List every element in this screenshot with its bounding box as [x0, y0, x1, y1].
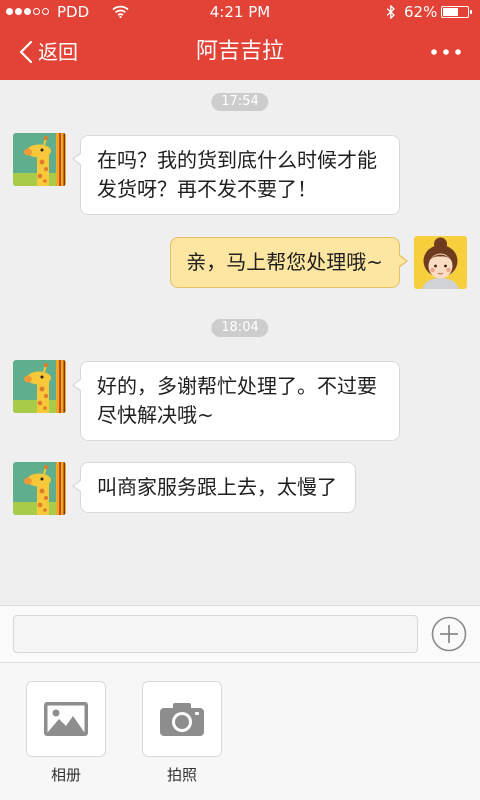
page-title: 阿吉吉拉: [195, 39, 284, 64]
contact-avatar[interactable]: [13, 133, 66, 186]
message-input[interactable]: [13, 615, 418, 653]
battery-level-fill: [443, 8, 458, 16]
message-bubble[interactable]: 好的，多谢帮忙处理了。不过要尽快解决哦~: [72, 361, 400, 441]
album-label: 相册: [50, 766, 81, 784]
chevron-left-icon: [19, 40, 33, 64]
message-timestamp: 18:04: [211, 319, 269, 337]
message-bubble[interactable]: 叫商家服务跟上去，太慢了: [72, 462, 356, 513]
camera-option[interactable]: 拍照: [142, 681, 222, 785]
signal-dot: [42, 8, 49, 15]
wifi-icon: [112, 5, 129, 18]
status-time: 4:21 PM: [209, 3, 271, 21]
camera-icon: [160, 703, 204, 736]
battery-inner: [443, 8, 467, 16]
signal-dot: [33, 8, 40, 15]
message-bubble[interactable]: 亲，马上帮您处理哦~: [170, 237, 408, 288]
chat-area[interactable]: 17:54 在吗？我的货到底什么时候才能发货呀？再不发不要了！ 亲，马上帮您处理…: [0, 80, 480, 605]
contact-avatar[interactable]: [13, 360, 66, 413]
more-button[interactable]: [428, 40, 464, 64]
message-text: 在吗？我的货到底什么时候才能发货呀？再不发不要了！: [97, 148, 377, 201]
back-label: 返回: [38, 40, 78, 64]
message-text: 好的，多谢帮忙处理了。不过要尽快解决哦~: [97, 374, 377, 427]
my-avatar[interactable]: [414, 236, 467, 289]
navigation-bar: 返回 阿吉吉拉: [0, 24, 480, 80]
more-dots-icon: [431, 49, 461, 55]
message-bubble[interactable]: 在吗？我的货到底什么时候才能发货呀？再不发不要了！: [72, 135, 400, 215]
signal-dot: [24, 8, 31, 15]
album-button[interactable]: [26, 681, 106, 757]
plus-circle-icon: [431, 616, 467, 652]
contact-avatar[interactable]: [13, 462, 66, 515]
message-timestamp: 17:54: [211, 93, 269, 111]
message-text: 亲，马上帮您处理哦~: [186, 250, 383, 274]
signal-strength-indicator: [6, 8, 49, 15]
camera-button[interactable]: [142, 681, 222, 757]
battery-icon: [441, 6, 472, 18]
attachment-panel: 相册 拍照: [0, 662, 480, 800]
signal-dot: [6, 8, 13, 15]
status-bar: PDD 4:21 PM 62%: [0, 0, 480, 24]
album-option[interactable]: 相册: [26, 681, 106, 785]
signal-dot: [15, 8, 22, 15]
carrier-name: PDD: [57, 3, 90, 21]
back-button[interactable]: 返回: [14, 32, 90, 72]
battery-percent: 62%: [404, 3, 438, 21]
battery-tip: [470, 10, 472, 14]
camera-label: 拍照: [166, 766, 197, 784]
message-text: 叫商家服务跟上去，太慢了: [97, 475, 337, 499]
bluetooth-icon: [386, 4, 396, 20]
image-icon: [44, 702, 88, 736]
more-options-button[interactable]: [431, 616, 467, 652]
message-composer: [0, 605, 480, 662]
